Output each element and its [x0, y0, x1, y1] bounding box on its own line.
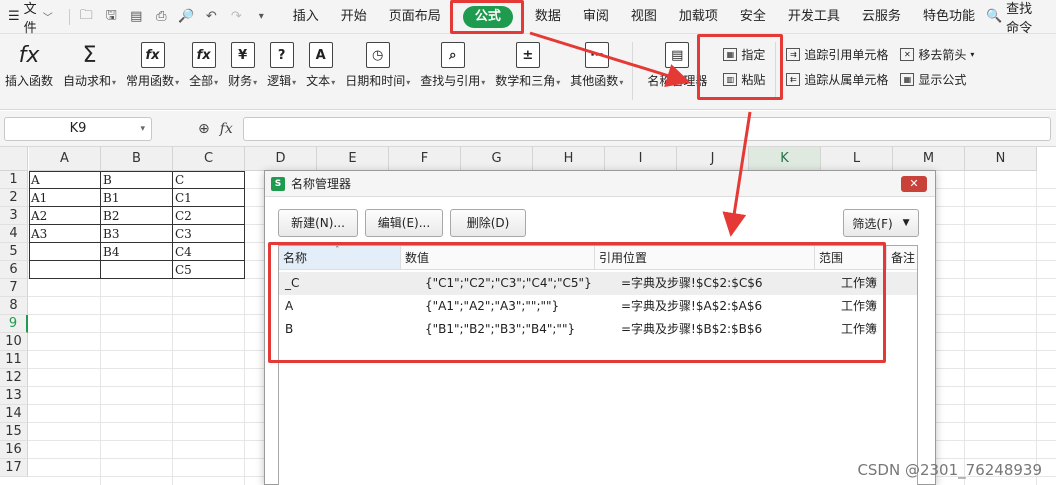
- annotation-arrows: [529, 31, 752, 237]
- arrow-to-name-manager: [529, 31, 691, 88]
- arrow-to-names-list: [722, 111, 752, 237]
- watermark: CSDN @2301_76248939: [857, 461, 1042, 479]
